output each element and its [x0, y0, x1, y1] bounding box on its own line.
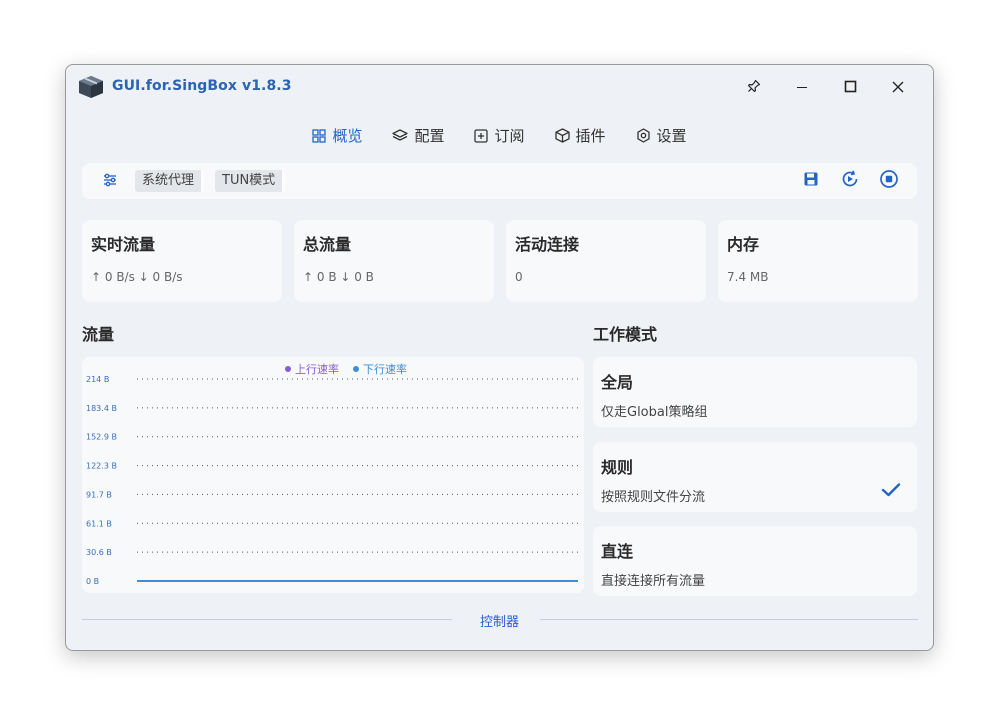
- toolbar: 系统代理 TUN模式: [82, 163, 917, 199]
- stop-button[interactable]: [878, 170, 900, 192]
- tab-settings-label: 设置: [656, 127, 687, 145]
- mode-title: 直连: [601, 542, 634, 561]
- y-tick-label: 0 B: [86, 577, 99, 586]
- pin-button[interactable]: [737, 73, 771, 101]
- save-icon: [803, 171, 819, 191]
- subscription-icon: [474, 128, 489, 143]
- legend-upload-label: 上行速率: [295, 363, 339, 376]
- card-title: 实时流量: [91, 235, 156, 254]
- y-tick-label: 61.1 B: [86, 519, 112, 528]
- restart-button[interactable]: [839, 170, 861, 192]
- system-proxy-toggle[interactable]: 系统代理: [135, 170, 205, 192]
- mode-direct[interactable]: 直连 直接连接所有流量: [593, 526, 917, 596]
- dashboard-icon: [312, 128, 327, 143]
- app-title: GUI.for.SingBox v1.8.3: [112, 78, 292, 94]
- restart-icon: [840, 169, 860, 193]
- controller-link[interactable]: 控制器: [66, 611, 933, 630]
- maximize-button[interactable]: [833, 73, 867, 101]
- minimize-button[interactable]: [785, 73, 819, 101]
- y-tick-label: 152.9 B: [86, 433, 117, 442]
- controller-label[interactable]: 控制器: [480, 615, 519, 630]
- legend-download[interactable]: 下行速率: [353, 361, 407, 377]
- close-button[interactable]: [881, 73, 915, 101]
- card-title: 总流量: [303, 235, 352, 254]
- save-button[interactable]: [800, 170, 822, 192]
- minimize-icon: [796, 78, 808, 97]
- tab-settings[interactable]: 设置: [636, 125, 687, 146]
- work-mode-title: 工作模式: [593, 325, 658, 344]
- title-bar[interactable]: GUI.for.SingBox v1.8.3: [66, 65, 933, 109]
- traffic-section-title: 流量: [82, 325, 115, 344]
- gear-icon: [636, 128, 651, 143]
- mode-global[interactable]: 全局 仅走Global策略组: [593, 357, 917, 427]
- layers-icon: [392, 128, 409, 143]
- y-tick-label: 214 B: [86, 375, 109, 384]
- mode-desc: 仅走Global策略组: [601, 405, 708, 420]
- tun-mode-toggle[interactable]: TUN模式: [215, 170, 286, 192]
- card-title: 内存: [727, 235, 760, 254]
- y-tick-label: 91.7 B: [86, 490, 112, 499]
- y-tick-label: 30.6 B: [86, 548, 112, 557]
- memory-card: 内存 7.4 MB: [718, 220, 918, 302]
- cube-icon: [554, 128, 570, 143]
- tab-profiles[interactable]: 配置: [392, 125, 444, 146]
- app-window: GUI.for.SingBox v1.8.3 概览 配置 订阅 插件 设置 系统…: [65, 64, 934, 651]
- card-value: 0: [515, 270, 523, 284]
- y-tick-label: 183.4 B: [86, 404, 117, 413]
- chart-legend: 上行速率 下行速率: [285, 361, 407, 377]
- tab-subscriptions-label: 订阅: [494, 127, 525, 145]
- tab-plugins[interactable]: 插件: [554, 125, 606, 146]
- legend-download-dot: [353, 366, 359, 372]
- app-logo-icon: [78, 75, 104, 99]
- tab-overview-label: 概览: [332, 127, 363, 145]
- legend-upload-dot: [285, 366, 291, 372]
- realtime-traffic-card: 实时流量 ↑ 0 B/s ↓ 0 B/s: [82, 220, 282, 302]
- tab-overview[interactable]: 概览: [312, 125, 362, 146]
- y-tick-label: 122.3 B: [86, 462, 117, 471]
- main-nav: 概览 配置 订阅 插件 设置: [66, 125, 933, 146]
- card-value: ↑ 0 B/s ↓ 0 B/s: [91, 270, 183, 284]
- card-title: 活动连接: [515, 235, 580, 254]
- close-icon: [892, 78, 904, 97]
- tab-profiles-label: 配置: [414, 127, 445, 145]
- mode-title: 规则: [601, 458, 634, 477]
- card-value: 7.4 MB: [727, 270, 769, 284]
- sliders-icon[interactable]: [102, 172, 118, 192]
- pin-icon: [747, 78, 761, 97]
- tab-subscriptions[interactable]: 订阅: [474, 125, 525, 146]
- stop-icon: [879, 169, 899, 193]
- check-icon: [881, 482, 901, 502]
- tab-plugins-label: 插件: [575, 127, 606, 145]
- mode-title: 全局: [601, 373, 634, 392]
- traffic-chart: 上行速率 下行速率 214 B 183.4 B 152.9 B 122.3 B 91.7…: [82, 357, 584, 593]
- active-connections-card[interactable]: 活动连接 0: [506, 220, 706, 302]
- legend-upload[interactable]: 上行速率: [285, 361, 339, 377]
- mode-desc: 直接连接所有流量: [601, 574, 706, 589]
- traffic-chart-svg: 214 B 183.4 B 152.9 B 122.3 B 91.7 B 61.1 B 30…: [86, 375, 578, 586]
- card-value: ↑ 0 B ↓ 0 B: [303, 270, 374, 284]
- mode-rule[interactable]: 规则 按照规则文件分流: [593, 442, 917, 512]
- total-traffic-card: 总流量 ↑ 0 B ↓ 0 B: [294, 220, 494, 302]
- legend-download-label: 下行速率: [363, 363, 407, 376]
- maximize-icon: [844, 78, 857, 97]
- mode-desc: 按照规则文件分流: [601, 490, 706, 505]
